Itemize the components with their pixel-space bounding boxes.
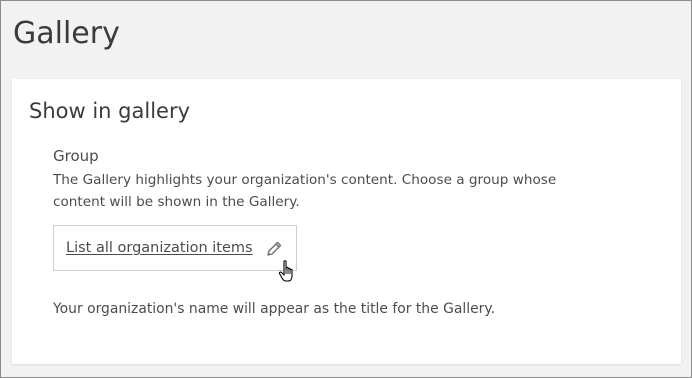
group-selector-label[interactable]: List all organization items (66, 238, 253, 258)
page-title: Gallery (13, 16, 120, 51)
group-label: Group (53, 147, 99, 165)
section-title: Show in gallery (29, 99, 191, 123)
group-selector-button[interactable]: List all organization items (53, 225, 297, 271)
show-in-gallery-card: Show in gallery Group The Gallery highli… (12, 79, 681, 364)
group-description: The Gallery highlights your organization… (53, 172, 557, 210)
pencil-icon[interactable] (265, 240, 283, 258)
gallery-title-note: Your organization's name will appear as … (53, 301, 495, 317)
hand-cursor-icon (278, 259, 296, 285)
